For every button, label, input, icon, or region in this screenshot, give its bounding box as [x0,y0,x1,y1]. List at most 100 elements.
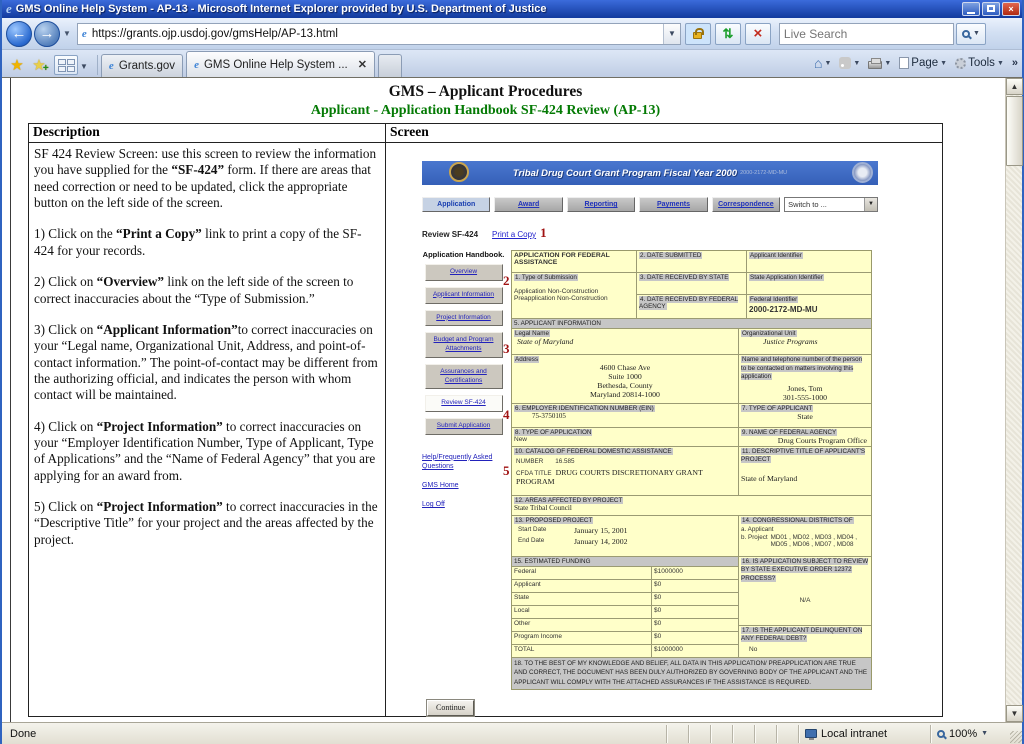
page-icon: e [81,27,87,40]
field-legal-name: Legal Name [514,330,550,337]
statusbar-panel [776,724,798,743]
search-options-dropdown[interactable]: ▼ [973,30,980,37]
funding-row-amount: $0 [651,579,738,592]
forward-button[interactable]: → [34,20,60,47]
sidebar-button-budget-attachments[interactable]: Budget and Program Attachments [424,332,503,358]
type-of-submission-value-2: Preapplication Non-Construction [514,295,608,302]
field-13-proposed-project: 13. PROPOSED PROJECT [514,516,594,524]
print-a-copy-link[interactable]: Print a Copy [492,230,536,239]
eo12372-value: N/A [799,597,811,604]
lock-icon [693,28,705,39]
sf424-form: APPLICATION FOR FEDERAL ASSISTANCE 2. DA… [511,250,872,690]
minimize-button[interactable] [962,2,980,16]
scroll-up-button[interactable]: ▲ [1006,78,1023,95]
quick-tabs-button[interactable] [54,55,78,75]
scrollbar-thumb[interactable] [1006,96,1023,166]
favorites-center-button[interactable]: ★ [6,54,28,76]
description-paragraph: 3) Click on “Applicant Information”to co… [34,321,378,403]
stop-button[interactable]: × [744,22,771,45]
switch-to-select[interactable]: Switch to ... ▼ [784,197,878,212]
gms-banner: Tribal Drug Court Grant Program Fiscal Y… [422,161,878,185]
start-date-value: January 15, 2001 [574,525,628,535]
tab-close-icon[interactable]: ✕ [358,58,367,71]
close-button[interactable]: × [1002,2,1020,16]
continue-button[interactable]: Continue [425,698,476,717]
sidebar-button-assurances[interactable]: Assurances and Certifications [424,363,503,390]
gms-tab-correspondence[interactable]: Correspondence [711,197,781,212]
page-menu-button[interactable]: Page ▼ [896,55,950,71]
field-1-type-of-submission: 1. Type of Submission [514,274,578,281]
gms-home-link[interactable]: GMS Home [422,481,502,490]
sidebar-button-applicant-information[interactable]: Applicant Information [424,286,503,304]
contact-name-value: Jones, Tom [787,383,823,393]
feeds-button[interactable]: ▼ [836,55,863,71]
cfda-number-label: NUMBER [516,457,544,465]
star-icon: ★ [10,57,24,74]
resize-grip [1010,730,1022,743]
end-date-label: End Date [518,536,545,544]
sidebar-button-project-information[interactable]: Project Information [424,309,503,327]
help-faq-link[interactable]: Help/Frequently Asked Questions [422,453,502,471]
areas-affected-value: State Tribal Council [514,503,572,512]
page-left-border [10,78,11,722]
page-menu-label: Page [911,57,939,69]
address-dropdown[interactable]: ▼ [662,23,680,44]
restore-button[interactable] [982,2,1000,16]
address-url[interactable]: https://grants.ojp.usdoj.gov/gmsHelp/AP-… [92,28,663,40]
refresh-button[interactable]: ⇅ [714,22,741,45]
sidebar-button-submit-application[interactable]: Submit Application [424,418,503,435]
type-of-application-value: New [514,435,528,443]
tab-list-dropdown[interactable]: ▼ [80,62,88,71]
sidebar-button-review-sf424[interactable]: Review SF-424 [424,395,503,413]
statusbar-panel [754,724,776,743]
statusbar-panel [666,724,688,743]
print-button[interactable]: ▼ [865,56,894,71]
tab-grants-gov[interactable]: e Grants.gov [100,54,184,77]
new-tab-stub[interactable] [377,54,402,77]
description-column: SF 424 Review Screen: use this screen to… [29,143,386,716]
gms-tab-application[interactable]: Application [422,197,491,212]
help-table: Description Screen SF 424 Review Screen:… [28,123,943,717]
funding-row-amount: $1000000 [651,644,738,657]
vertical-scrollbar[interactable]: ▲ ▼ [1005,78,1023,722]
field-address: Address [514,356,540,363]
type-of-submission-value-1: Application Non-Construction [514,288,599,295]
ssl-lock-button[interactable] [684,22,711,45]
gms-tab-award[interactable]: Award [494,197,563,212]
funding-row-label: Other [514,619,531,627]
zoom-dropdown[interactable]: ▼ [981,730,988,737]
search-box[interactable] [778,22,954,45]
status-bar: Done Local intranet 100% ▼ [2,722,1022,744]
scroll-down-button[interactable]: ▼ [1006,705,1023,722]
sidebar-button-overview[interactable]: Overview [424,264,503,281]
address-bar[interactable]: e https://grants.ojp.usdoj.gov/gmsHelp/A… [76,22,681,45]
recent-pages-dropdown[interactable]: ▼ [63,29,71,38]
back-button[interactable]: ← [6,20,32,47]
search-go-button[interactable]: ▼ [955,22,986,45]
cfda-title-label: CFDA TITLE [516,469,552,477]
zoom-control[interactable]: 100% ▼ [930,724,1022,743]
description-paragraph: SF 424 Review Screen: use this screen to… [34,146,377,211]
tab-gms-help-active[interactable]: e GMS Online Help System ... ✕ [186,51,375,77]
search-input[interactable] [779,26,953,41]
doj-seal-icon [449,162,469,182]
toolbar-overflow-chevron[interactable]: » [1012,57,1018,69]
gms-tab-reporting[interactable]: Reporting [566,197,636,212]
gear-icon [955,57,967,69]
switch-to-label: Switch to ... [788,200,827,209]
local-intranet-icon [805,729,817,740]
add-favorite-button[interactable]: ★ [28,54,50,76]
help-page: GMS – Applicant Procedures Applicant - A… [28,78,943,717]
home-button[interactable]: ⌂ ▼ [811,53,834,73]
description-paragraph: 4) Click on “Project Information” to cor… [34,418,376,483]
select-dropdown-icon[interactable]: ▼ [864,198,877,211]
funding-row-amount: $0 [651,605,738,618]
page-title: GMS – Applicant Procedures [388,83,583,100]
statusbar-panel [710,724,732,743]
page-subtitle: Applicant - Application Handbook SF-424 … [310,103,661,118]
form-title: APPLICATION FOR FEDERAL ASSISTANCE [514,252,610,266]
tools-menu-button[interactable]: Tools ▼ [952,55,1007,71]
log-off-link[interactable]: Log Off [422,500,502,509]
gms-tab-payments[interactable]: Payments [639,197,708,212]
zoom-magnifier-icon [937,729,945,738]
